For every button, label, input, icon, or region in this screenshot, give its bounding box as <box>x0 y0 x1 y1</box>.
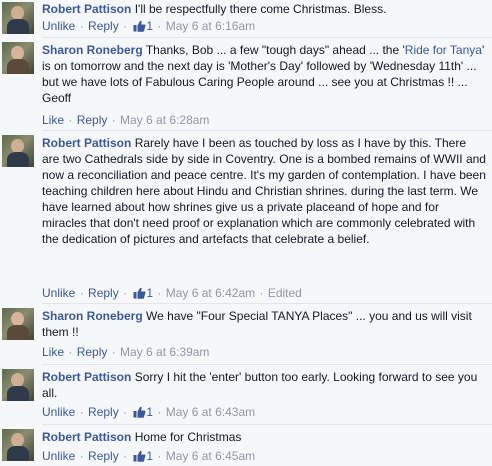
comment-text: Home for Christmas <box>134 430 242 444</box>
like-button[interactable]: Like <box>42 345 64 359</box>
comment-author[interactable]: Robert Pattison <box>42 136 131 150</box>
unlike-button[interactable]: Unlike <box>42 19 75 33</box>
avatar[interactable] <box>2 2 34 34</box>
comment-actions: Unlike · Reply · 1 · May 6 at 6:42am · E… <box>42 286 302 300</box>
divider <box>42 130 492 131</box>
comment-actions: Like · Reply · May 6 at 6:39am <box>42 345 210 359</box>
divider <box>42 37 492 38</box>
avatar[interactable] <box>2 135 34 167</box>
ride-for-tanya-link[interactable]: Ride for Tanya <box>405 43 482 57</box>
like-count[interactable]: 1 <box>146 449 153 463</box>
comment-timestamp[interactable]: May 6 at 6:16am <box>166 19 255 33</box>
like-count[interactable]: 1 <box>146 286 153 300</box>
comment: Robert Pattison Sorry I hit the 'enter' … <box>0 367 492 425</box>
comment-actions: Unlike · Reply · 1 · May 6 at 6:43am <box>42 405 256 419</box>
comment-actions: Unlike · Reply · 1 · May 6 at 6:45am <box>42 449 256 463</box>
thumbs-up-icon[interactable] <box>133 287 146 299</box>
comment-text: I'll be respectfully there come Christma… <box>134 2 387 16</box>
comment-timestamp[interactable]: May 6 at 6:28am <box>120 113 209 127</box>
comment: Robert Pattison Rarely have I been as to… <box>0 133 492 303</box>
comment-timestamp[interactable]: May 6 at 6:45am <box>166 449 255 463</box>
thumbs-up-icon[interactable] <box>133 406 146 418</box>
comment-timestamp[interactable]: May 6 at 6:42am <box>166 286 255 300</box>
comment-author[interactable]: Robert Pattison <box>42 430 131 444</box>
reply-button[interactable]: Reply <box>88 286 119 300</box>
comment-author[interactable]: Robert Pattison <box>42 370 131 384</box>
comment-text: Thanks, Bob ... a few "tough days" ahead… <box>145 43 405 57</box>
comment: Robert Pattison I'll be respectfully the… <box>0 0 492 38</box>
reply-button[interactable]: Reply <box>77 345 108 359</box>
avatar[interactable] <box>2 42 34 74</box>
reply-button[interactable]: Reply <box>88 405 119 419</box>
thumbs-up-icon[interactable] <box>133 450 146 462</box>
divider <box>42 303 492 304</box>
comment-author[interactable]: Sharon Roneberg <box>42 43 143 57</box>
thumbs-up-icon[interactable] <box>133 20 146 32</box>
comment-thread: Robert Pattison I'll be respectfully the… <box>0 0 492 466</box>
reply-button[interactable]: Reply <box>88 19 119 33</box>
comment-author[interactable]: Robert Pattison <box>42 2 131 16</box>
comment: Sharon Roneberg We have "Four Special TA… <box>0 306 492 364</box>
comment-actions: Unlike · Reply · 1 · May 6 at 6:16am <box>42 19 256 33</box>
divider <box>42 424 492 425</box>
divider <box>42 364 492 365</box>
comment-actions: Like · Reply · May 6 at 6:28am <box>42 113 210 127</box>
comment-timestamp[interactable]: May 6 at 6:43am <box>166 405 255 419</box>
unlike-button[interactable]: Unlike <box>42 286 75 300</box>
reply-button[interactable]: Reply <box>88 449 119 463</box>
reply-button[interactable]: Reply <box>77 113 108 127</box>
like-button[interactable]: Like <box>42 113 64 127</box>
unlike-button[interactable]: Unlike <box>42 405 75 419</box>
avatar[interactable] <box>2 369 34 401</box>
comment-text: Rarely have I been as touched by loss as… <box>42 136 486 246</box>
avatar[interactable] <box>2 429 34 461</box>
like-count[interactable]: 1 <box>146 19 153 33</box>
avatar[interactable] <box>2 308 34 340</box>
edited-label[interactable]: Edited <box>268 286 302 300</box>
like-count[interactable]: 1 <box>146 405 153 419</box>
comment: Sharon Roneberg Thanks, Bob ... a few "t… <box>0 40 492 130</box>
comment: Robert Pattison Home for Christmas Unlik… <box>0 427 492 466</box>
comment-author[interactable]: Sharon Roneberg <box>42 309 143 323</box>
unlike-button[interactable]: Unlike <box>42 449 75 463</box>
comment-timestamp[interactable]: May 6 at 6:39am <box>120 345 209 359</box>
